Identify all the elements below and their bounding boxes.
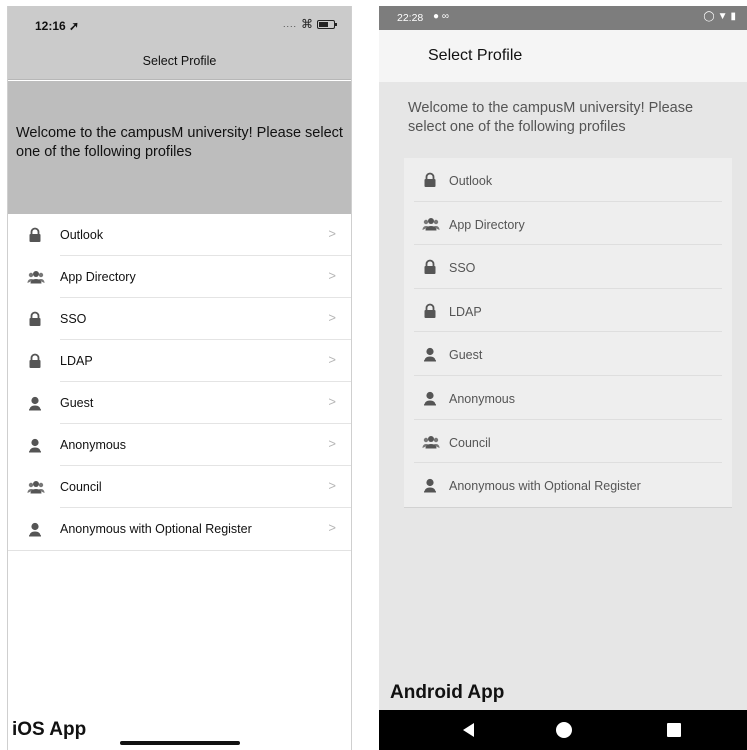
profile-item-label: LDAP	[449, 304, 482, 319]
notification-icons: ● ∞	[433, 11, 449, 22]
ios-status-bar: 12:16 ➚ .... ⌘	[8, 6, 351, 42]
ios-welcome-banner: Welcome to the campusM university! Pleas…	[8, 81, 351, 214]
profile-item-label: App Directory	[60, 270, 136, 284]
group-icon	[27, 479, 45, 495]
profile-item-label: SSO	[449, 261, 476, 276]
ios-screen: 12:16 ➚ .... ⌘ Select Profile Welcome to…	[7, 6, 352, 750]
ios-profile-item[interactable]: Anonymous with Optional Register >	[8, 508, 351, 550]
ios-welcome-text: Welcome to the campusM university! Pleas…	[16, 125, 343, 160]
android-nav-bar	[379, 710, 747, 750]
person-icon	[27, 521, 43, 537]
chevron-right-icon: >	[328, 268, 336, 283]
ios-profile-item[interactable]: App Directory >	[8, 256, 351, 298]
profile-item-label: App Directory	[449, 217, 525, 232]
profile-item-label: Guest	[60, 396, 94, 410]
profile-item-label: Outlook	[60, 228, 104, 242]
profile-item-label: LDAP	[60, 354, 93, 368]
chevron-right-icon: >	[328, 394, 336, 409]
profile-item-label: Anonymous	[60, 438, 127, 452]
android-profile-item[interactable]: LDAP	[404, 289, 732, 333]
android-profile-item[interactable]: Guest	[404, 332, 732, 376]
ios-profile-item[interactable]: Outlook >	[8, 214, 351, 256]
android-app-bar: Select Profile	[379, 30, 747, 82]
android-profile-item[interactable]: App Directory	[404, 202, 732, 246]
android-profile-item[interactable]: Anonymous	[404, 376, 732, 420]
wifi-icon: ⌘	[301, 17, 313, 31]
profile-item-label: Outlook	[449, 174, 493, 188]
chevron-right-icon: >	[328, 310, 336, 325]
ios-profile-item[interactable]: Anonymous >	[8, 424, 351, 466]
back-icon[interactable]	[463, 723, 474, 737]
ios-profile-item[interactable]: Council >	[8, 466, 351, 508]
lock-icon	[27, 227, 43, 243]
person-icon	[27, 395, 43, 411]
lock-icon	[27, 353, 43, 369]
chevron-right-icon: >	[328, 436, 336, 451]
profile-item-label: Anonymous with Optional Register	[60, 522, 252, 536]
ios-profile-list: Outlook > App Directory > SSO > LDAP > Guest > Ano…	[8, 214, 351, 551]
lock-icon	[422, 303, 438, 319]
status-icons: ◯▼▮	[703, 11, 739, 22]
android-status-bar: 22:28 ● ∞ ◯▼▮	[379, 6, 747, 30]
profile-item-label: Council	[60, 480, 102, 494]
android-screen: 22:28 ● ∞ ◯▼▮ Select Profile Welcome to …	[379, 6, 747, 750]
android-profile-item[interactable]: Outlook	[404, 158, 732, 202]
lock-icon	[27, 311, 43, 327]
android-page-title: Select Profile	[428, 47, 523, 64]
group-icon	[422, 434, 440, 450]
ios-nav-bar: Select Profile	[8, 42, 351, 80]
chevron-right-icon: >	[328, 226, 336, 241]
android-profile-item[interactable]: SSO	[404, 245, 732, 289]
profile-item-label: Council	[449, 435, 491, 450]
chevron-right-icon: >	[328, 478, 336, 493]
home-icon[interactable]	[556, 722, 572, 738]
ios-page-title: Select Profile	[142, 54, 217, 68]
person-icon	[422, 477, 438, 493]
android-status-time: 22:28	[397, 12, 424, 24]
ios-home-indicator[interactable]	[120, 741, 240, 745]
android-caption: Android App	[390, 682, 505, 703]
profile-item-label: Guest	[449, 348, 483, 363]
ios-profile-item[interactable]: SSO >	[8, 298, 351, 340]
lock-icon	[422, 259, 438, 275]
battery-icon	[317, 19, 337, 29]
android-profile-item[interactable]: Council	[404, 420, 732, 464]
group-icon	[422, 216, 440, 232]
person-icon	[422, 346, 438, 362]
ios-profile-item[interactable]: LDAP >	[8, 340, 351, 382]
android-profile-item[interactable]: Anonymous with Optional Register	[404, 463, 732, 507]
ios-status-icons: .... ⌘	[282, 17, 337, 31]
ios-status-time: 12:16 ➚	[35, 19, 80, 33]
profile-item-label: Anonymous	[449, 391, 516, 406]
ios-caption: iOS App	[12, 719, 87, 740]
profile-item-label: Anonymous with Optional Register	[449, 479, 641, 494]
chevron-right-icon: >	[328, 520, 336, 535]
ios-profile-item[interactable]: Guest >	[8, 382, 351, 424]
person-icon	[27, 437, 43, 453]
group-icon	[27, 269, 45, 285]
chevron-right-icon: >	[328, 352, 336, 367]
recents-icon[interactable]	[667, 723, 681, 737]
profile-item-label: SSO	[60, 312, 87, 326]
person-icon	[422, 390, 438, 406]
android-profile-list: Outlook App Directory SSO LDAP Guest Anonymou…	[404, 158, 732, 508]
signal-icon: ....	[282, 19, 297, 29]
lock-icon	[422, 172, 438, 188]
android-welcome-text: Welcome to the campusM university! Pleas…	[408, 100, 694, 135]
